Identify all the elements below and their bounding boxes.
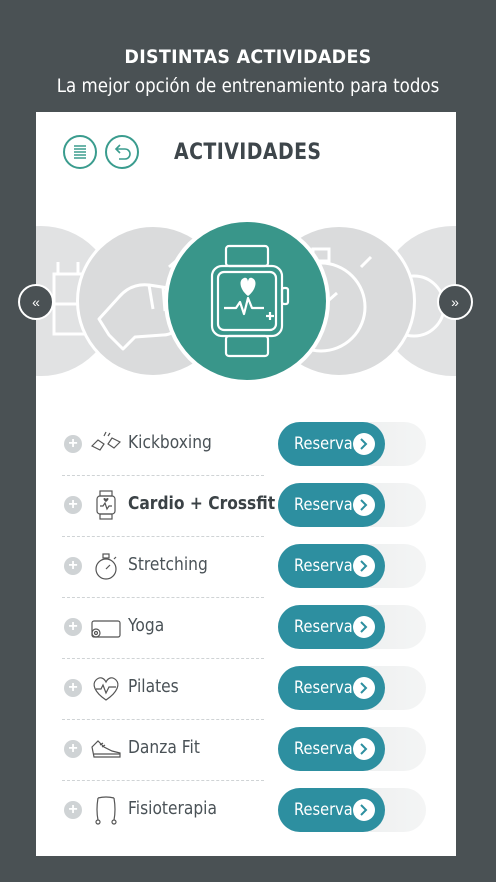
reserve-toggle[interactable]: Reservar [278, 666, 426, 710]
double-chevron-right-icon: » [451, 294, 459, 310]
smartwatch-icon [96, 490, 116, 520]
expand-icon[interactable]: + [64, 435, 82, 453]
page-subtitle: La mejor opción de entrenamiento para to… [56, 76, 440, 97]
activities-card: ACTIVIDADES + Kickboxing Reservar + Card… [36, 112, 456, 856]
list-item-kickboxing: + Kickboxing Reservar [62, 418, 432, 479]
back-button[interactable] [105, 135, 139, 169]
reserve-button[interactable]: Reservar [278, 788, 385, 832]
activity-name: Danza Fit [128, 737, 200, 758]
reserve-toggle[interactable]: Reservar [278, 727, 426, 771]
reserve-toggle[interactable]: Reservar [278, 422, 426, 466]
expand-icon[interactable]: + [64, 618, 82, 636]
activity-name: Kickboxing [128, 432, 212, 453]
heart-pulse-icon [93, 677, 119, 701]
carousel-prev-button[interactable]: « [18, 284, 54, 320]
list-item-fisioterapia: + Fisioterapia Reservar [62, 784, 432, 845]
list-item-yoga: + Yoga Reservar [62, 601, 432, 662]
sneaker-icon [91, 740, 121, 758]
reserve-button[interactable]: Reservar [278, 727, 385, 771]
expand-icon[interactable]: + [64, 801, 82, 819]
card-title: ACTIVIDADES [174, 140, 322, 165]
list-item-danza-fit: + Danza Fit Reservar [62, 723, 432, 784]
reserve-button[interactable]: Reservar [278, 544, 385, 588]
expand-icon[interactable]: + [64, 557, 82, 575]
activity-name: Pilates [128, 676, 179, 697]
reserve-toggle[interactable]: Reservar [278, 544, 426, 588]
chevron-right-icon [353, 616, 375, 638]
reserve-toggle[interactable]: Reservar [278, 483, 426, 527]
reserve-button[interactable]: Reservar [278, 422, 385, 466]
back-icon [114, 144, 131, 160]
activity-name: Cardio + Crossfit [128, 493, 276, 514]
chevron-right-icon [353, 677, 375, 699]
list-item-stretching: + Stretching Reservar [62, 540, 432, 601]
activity-name: Yoga [128, 615, 165, 636]
reserve-toggle[interactable]: Reservar [278, 788, 426, 832]
activity-carousel[interactable] [36, 218, 456, 384]
chevron-right-icon [353, 494, 375, 516]
expand-icon[interactable]: + [64, 496, 82, 514]
chevron-right-icon [353, 738, 375, 760]
menu-icon [74, 145, 86, 159]
expand-icon[interactable]: + [64, 740, 82, 758]
list-item-cardio-crossfit: + Cardio + Crossfit Reservar [62, 479, 432, 540]
carousel-item-selected[interactable] [164, 218, 330, 384]
reserve-button[interactable]: Reservar [278, 666, 385, 710]
chevron-right-icon [353, 555, 375, 577]
menu-button[interactable] [63, 135, 97, 169]
chevron-right-icon [353, 799, 375, 821]
activity-name: Fisioterapia [128, 798, 217, 819]
fist-bump-icon [90, 431, 122, 451]
activity-list: + Kickboxing Reservar + Cardio + Crossfi… [62, 418, 432, 845]
reserve-button[interactable]: Reservar [278, 605, 385, 649]
stopwatch-icon [95, 553, 117, 580]
activity-name: Stretching [128, 554, 208, 575]
list-item-pilates: + Pilates Reservar [62, 662, 432, 723]
reserve-button[interactable]: Reservar [278, 483, 385, 527]
carousel-next-button[interactable]: » [437, 284, 473, 320]
double-chevron-left-icon: « [32, 294, 40, 310]
page-title: DISTINTAS ACTIVIDADES [124, 46, 372, 68]
resistance-band-icon [95, 796, 117, 825]
reserve-toggle[interactable]: Reservar [278, 605, 426, 649]
expand-icon[interactable]: + [64, 679, 82, 697]
chevron-right-icon [353, 433, 375, 455]
yoga-mat-icon [91, 620, 121, 638]
smartwatch-heart-icon [210, 244, 290, 358]
